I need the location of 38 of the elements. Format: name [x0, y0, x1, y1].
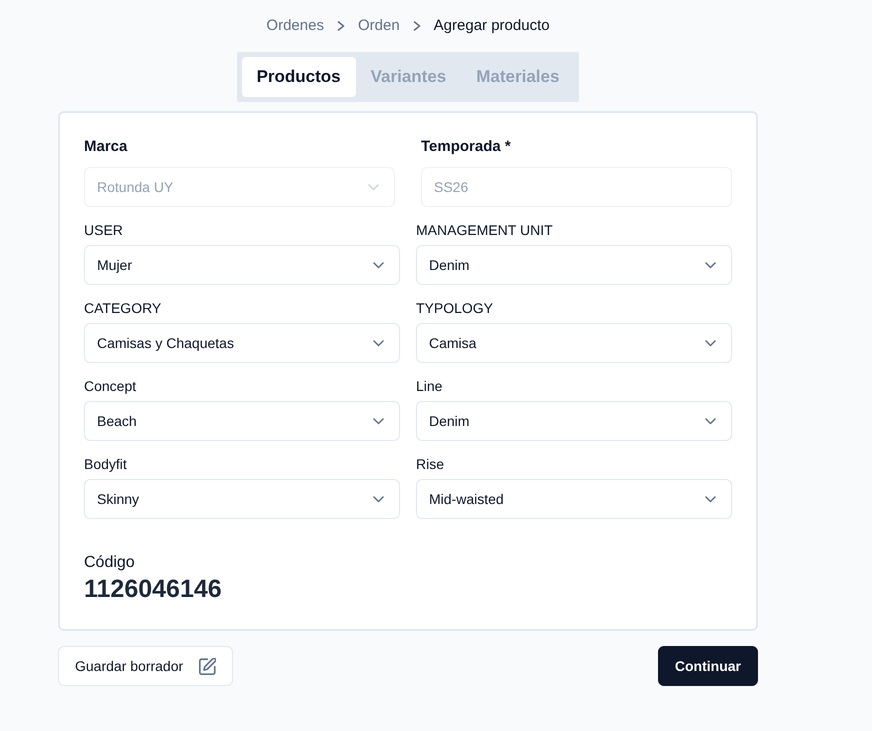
- save-draft-button[interactable]: Guardar borrador: [58, 646, 234, 686]
- pencil-square-icon: [199, 658, 216, 674]
- breadcrumb-current: Agregar producto: [434, 16, 550, 36]
- field-label: TYPOLOGY: [416, 299, 494, 317]
- chevron-down-icon: [373, 418, 384, 424]
- dropdown[interactable]: Skinny: [84, 479, 400, 519]
- dropdown[interactable]: Denim: [416, 401, 732, 441]
- tab[interactable]: Productos: [242, 57, 356, 97]
- field-label: Rise: [416, 455, 446, 473]
- breadcrumb-link[interactable]: Orden: [358, 16, 400, 36]
- dropdown[interactable]: Beach: [84, 401, 400, 441]
- field-label: Line: [416, 377, 444, 395]
- field-label: MANAGEMENT UNIT: [416, 221, 554, 239]
- chevron-down-icon: [705, 340, 716, 346]
- chevron-down-icon: [373, 340, 384, 346]
- chevron-right-icon: [336, 21, 345, 31]
- chevron-down-icon: [705, 262, 716, 268]
- field-label: Concept: [84, 377, 138, 395]
- field-label: Bodyfit: [84, 455, 128, 473]
- field-label: USER: [84, 221, 124, 239]
- code-label: Código: [84, 553, 136, 573]
- dropdown[interactable]: Denim: [416, 245, 732, 285]
- chevron-down-icon: [705, 496, 716, 502]
- chevron-down-icon: [373, 262, 384, 268]
- chevron-right-icon: [412, 21, 421, 31]
- chevron-down-icon: [373, 496, 384, 502]
- dropdown[interactable]: Camisas y Chaquetas: [84, 323, 400, 363]
- chevron-down-icon: [705, 418, 716, 424]
- chevron-down-icon: [368, 184, 379, 190]
- field-label: CATEGORY: [84, 299, 162, 317]
- dropdown[interactable]: Mujer: [84, 245, 400, 285]
- continue-button[interactable]: Continuar: [658, 646, 758, 686]
- field-label: Temporada *: [421, 137, 512, 157]
- dropdown[interactable]: Mid-waisted: [416, 479, 732, 519]
- code-value: 1126046146: [84, 574, 223, 604]
- dropdown[interactable]: Camisa: [416, 323, 732, 363]
- breadcrumb-link[interactable]: Ordenes: [266, 16, 324, 36]
- field-label: Marca: [84, 137, 128, 157]
